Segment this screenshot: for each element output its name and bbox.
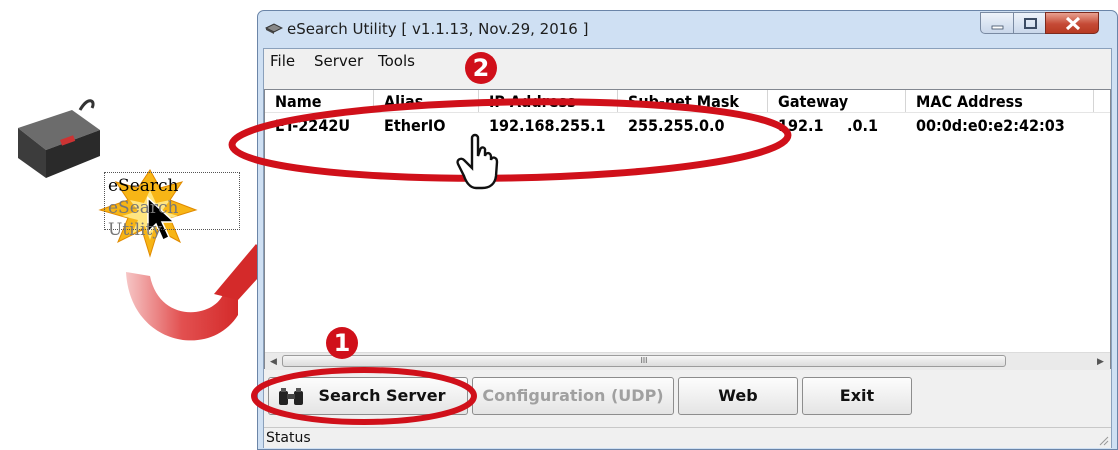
horizontal-scrollbar[interactable]: ◀ III ▶	[265, 352, 1110, 370]
button-row: Search Server Configuration (UDP) Web Ex…	[264, 373, 1111, 423]
exit-label: Exit	[839, 386, 875, 405]
cell-mac: 00:0d:e0:e2:42:03	[916, 116, 1065, 135]
cell-gateway-a: 192.1	[778, 116, 824, 135]
cell-subnet: 255.255.0.0	[628, 116, 725, 135]
scroll-right-icon[interactable]: ▶	[1092, 353, 1109, 370]
col-subnet-mask[interactable]: Sub-net Mask	[618, 90, 768, 112]
close-icon	[1065, 16, 1081, 31]
list-header: Name Alias IP Address Sub-net Mask Gatew…	[265, 90, 1110, 113]
title-bar[interactable]: eSearch Utility [ v1.1.13, Nov.29, 2016 …	[257, 10, 1118, 48]
minimize-icon	[991, 25, 1004, 30]
close-button[interactable]	[1045, 12, 1099, 34]
menu-server[interactable]: Server	[314, 52, 363, 70]
minimize-button[interactable]	[980, 12, 1014, 34]
col-mac-address[interactable]: MAC Address	[906, 90, 1094, 112]
app-icon	[265, 23, 283, 34]
configuration-udp-label: Configuration (UDP)	[482, 386, 664, 405]
window-title: eSearch Utility [ v1.1.13, Nov.29, 2016 …	[287, 20, 589, 38]
exit-button[interactable]: Exit	[802, 377, 912, 415]
cell-ip: 192.168.255.1	[489, 116, 606, 135]
scroll-thumb[interactable]: III	[282, 355, 1006, 367]
desktop-icon-caption: eSearch Utility	[108, 198, 179, 240]
esearch-window: eSearch Utility [ v1.1.13, Nov.29, 2016 …	[257, 10, 1118, 450]
col-extra[interactable]	[1094, 90, 1110, 112]
window-client: File Server Tools Name Alias IP Address …	[263, 48, 1112, 448]
search-server-button[interactable]: Search Server	[268, 377, 468, 415]
menu-bar: File Server Tools	[264, 49, 1111, 75]
server-list[interactable]: Name Alias IP Address Sub-net Mask Gatew…	[264, 89, 1111, 370]
col-ip-address[interactable]: IP Address	[479, 90, 618, 112]
desktop-icon-name: eSearch	[108, 176, 179, 196]
cell-gateway-b: .0.1	[847, 116, 878, 135]
desktop-icon-label: eSearch eSearch Utility	[104, 172, 240, 240]
maximize-button[interactable]	[1013, 12, 1046, 34]
step-1-badge: 1	[326, 327, 358, 359]
web-button[interactable]: Web	[678, 377, 798, 415]
col-alias[interactable]: Alias	[374, 90, 479, 112]
search-server-label: Search Server	[318, 386, 446, 405]
scroll-left-icon[interactable]: ◀	[265, 353, 282, 370]
menu-tools[interactable]: Tools	[378, 52, 415, 70]
cell-name: ET-2242U	[275, 116, 351, 135]
web-label: Web	[718, 386, 758, 405]
desktop-shortcut-esearch[interactable]: eSearch eSearch Utility	[0, 60, 250, 300]
binoculars-icon	[279, 388, 303, 405]
col-gateway[interactable]: Gateway	[768, 90, 906, 112]
status-bar: Status	[264, 427, 1111, 448]
status-text: Status	[266, 430, 311, 446]
menu-file[interactable]: File	[270, 52, 295, 70]
resize-grip-icon[interactable]	[1097, 434, 1109, 446]
step-2-badge: 2	[465, 52, 497, 84]
col-name[interactable]: Name	[265, 90, 374, 112]
maximize-icon	[1024, 18, 1037, 29]
scroll-grip: III	[640, 356, 648, 365]
cell-alias: EtherIO	[384, 116, 446, 135]
configuration-udp-button[interactable]: Configuration (UDP)	[472, 377, 674, 415]
